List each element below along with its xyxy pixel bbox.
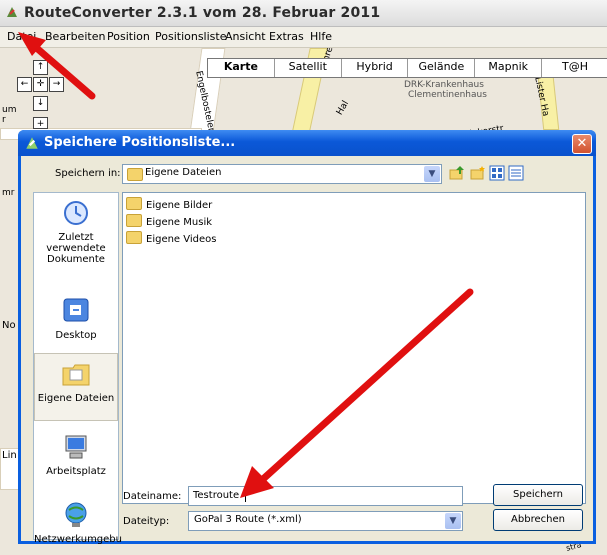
- route-converter-icon: [7, 7, 17, 17]
- place-my-computer[interactable]: Arbeitsplatz: [34, 433, 118, 477]
- place-my-documents[interactable]: Eigene Dateien: [34, 353, 118, 421]
- map-label: Lin: [2, 450, 17, 461]
- save-in-label: Speichern in:: [55, 168, 121, 179]
- maptype-satellit[interactable]: Satellit: [275, 59, 342, 77]
- map-label-hospital: DRK-Krankenhaus: [404, 80, 484, 90]
- my-computer-icon: [65, 435, 87, 459]
- map-label: r: [2, 115, 6, 125]
- places-bar: Zuletzt verwendete Dokumente Desktop Eig…: [33, 192, 122, 545]
- list-item[interactable]: Eigene Videos: [126, 231, 217, 245]
- maptype-hybrid[interactable]: Hybrid: [342, 59, 409, 77]
- save-in-combo[interactable]: Eigene Dateien ▼: [122, 164, 442, 184]
- cancel-button[interactable]: Abbrechen: [493, 509, 583, 531]
- menu-hilfe[interactable]: Hlfe: [310, 30, 332, 43]
- menu-ansicht[interactable]: Ansicht: [225, 30, 266, 43]
- filename-value: Testroute: [193, 490, 240, 501]
- maptype-karte[interactable]: Karte: [208, 59, 275, 77]
- folder-icon: [126, 214, 142, 227]
- filetype-value: GoPal 3 Route (*.xml): [194, 514, 302, 525]
- place-desktop[interactable]: Desktop: [34, 297, 118, 341]
- file-list[interactable]: Eigene Bilder Eigene Musik Eigene Videos: [122, 192, 586, 504]
- text-caret: [245, 489, 246, 502]
- chevron-down-icon[interactable]: ▼: [445, 513, 461, 529]
- recent-documents-icon: [64, 201, 88, 225]
- maptype-gelaende[interactable]: Gelände: [408, 59, 476, 77]
- menu-extras[interactable]: Extras: [269, 30, 304, 43]
- save-button[interactable]: Speichern: [493, 484, 583, 506]
- menu-datei[interactable]: Datei: [7, 30, 36, 43]
- menu-bearbeiten[interactable]: Bearbeiten: [45, 30, 105, 43]
- network-icon: [65, 502, 87, 527]
- view-menu-icon[interactable]: [489, 165, 505, 181]
- close-icon[interactable]: ✕: [572, 134, 592, 154]
- filetype-label: Dateityp:: [123, 516, 170, 527]
- menu-position[interactable]: Position: [107, 30, 150, 43]
- route-converter-icon: [26, 137, 38, 149]
- map-label: Hal: [335, 99, 352, 117]
- my-documents-folder-icon: [62, 364, 90, 386]
- app-title-bar: RouteConverter 2.3.1 vom 28. Februar 201…: [0, 0, 607, 27]
- folder-icon: [126, 197, 142, 210]
- map-label: mr: [2, 188, 15, 198]
- maptype-mapnik[interactable]: Mapnik: [475, 59, 543, 77]
- zoom-in-icon[interactable]: +: [33, 117, 48, 129]
- pan-left-icon[interactable]: ←: [17, 77, 32, 92]
- pan-up-icon[interactable]: ↑: [33, 60, 48, 75]
- pan-center-icon[interactable]: ✛: [33, 77, 48, 92]
- dialog-title-bar[interactable]: Speichere Positionsliste... ✕: [18, 130, 596, 156]
- chevron-down-icon[interactable]: ▼: [424, 166, 440, 182]
- save-dialog: Speichere Positionsliste... ✕ Speichern …: [18, 130, 596, 545]
- map-type-bar: Karte Satellit Hybrid Gelände Mapnik T@H: [207, 58, 607, 78]
- folder-icon: [126, 231, 142, 244]
- details-view-icon[interactable]: [508, 165, 524, 181]
- map-label-hospital: Clementinenhaus: [408, 90, 487, 100]
- menu-bar: Datei Bearbeiten Position Positionsliste…: [0, 27, 607, 48]
- filetype-combo[interactable]: GoPal 3 Route (*.xml) ▼: [188, 511, 463, 531]
- maptype-tah[interactable]: T@H: [542, 59, 607, 77]
- folder-icon: [127, 168, 143, 181]
- place-network[interactable]: Netzwerkumgebu: [34, 501, 122, 545]
- place-recent[interactable]: Zuletzt verwendete Dokumente: [34, 199, 118, 265]
- list-item[interactable]: Eigene Musik: [126, 214, 212, 228]
- pan-right-icon[interactable]: →: [49, 77, 64, 92]
- filename-field[interactable]: Testroute: [188, 486, 463, 506]
- filename-label: Dateiname:: [123, 491, 182, 502]
- new-folder-icon[interactable]: [470, 165, 486, 181]
- list-item[interactable]: Eigene Bilder: [126, 197, 212, 211]
- dialog-body: Speichern in: Eigene Dateien ▼ Zuletzt v…: [21, 156, 593, 545]
- app-title: RouteConverter 2.3.1 vom 28. Februar 201…: [24, 5, 381, 21]
- desktop-icon: [63, 298, 89, 322]
- map-label: No: [2, 320, 16, 331]
- dialog-title: Speichere Positionsliste...: [44, 135, 236, 150]
- save-in-value: Eigene Dateien: [145, 167, 222, 178]
- menu-positionsliste[interactable]: Positionsliste: [155, 30, 226, 43]
- up-folder-icon[interactable]: [449, 165, 465, 181]
- map-label: um: [2, 105, 17, 115]
- pan-down-icon[interactable]: ↓: [33, 96, 48, 111]
